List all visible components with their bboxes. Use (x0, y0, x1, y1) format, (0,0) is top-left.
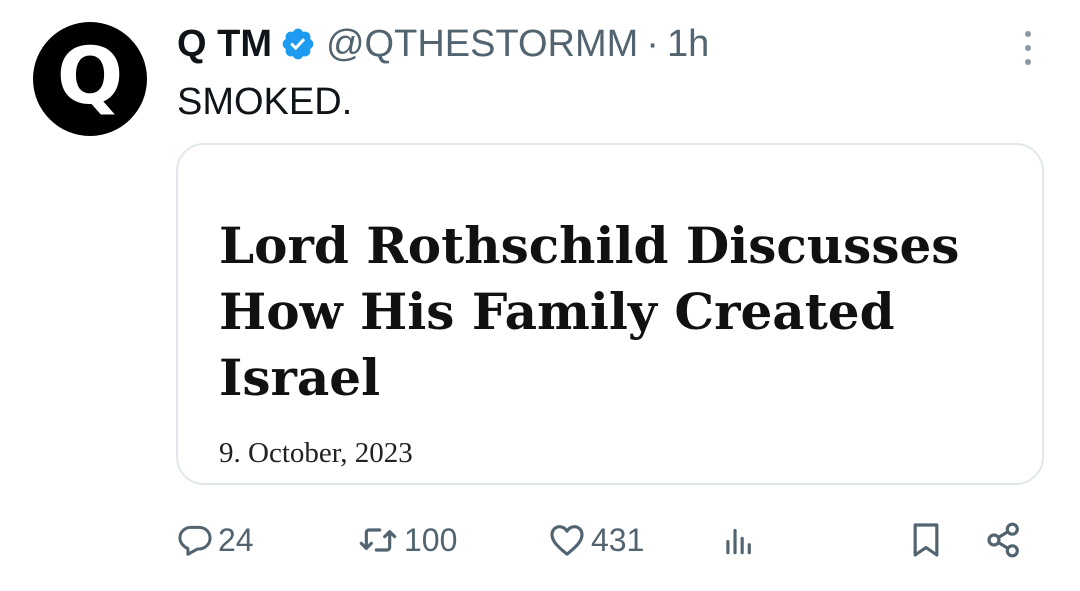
more-icon[interactable] (1020, 28, 1036, 68)
like-button[interactable]: 431 (547, 512, 644, 568)
tweet-text: SMOKED. (177, 81, 353, 123)
reply-icon (176, 521, 214, 559)
tweet-header: Q TM @QTHESTORMM · 1h (177, 20, 709, 68)
separator-dot: · (646, 22, 659, 65)
avatar-letter: Q (56, 32, 124, 122)
like-icon (547, 520, 587, 560)
share-icon (984, 520, 1024, 560)
display-name[interactable]: Q TM (177, 23, 272, 66)
like-count: 431 (591, 521, 645, 558)
card-title: Lord Rothschild Discusses How His Family… (219, 216, 960, 407)
timestamp[interactable]: 1h (667, 23, 709, 66)
handle[interactable]: @QTHESTORMM (326, 23, 638, 66)
verified-badge-icon (280, 26, 316, 62)
views-icon (720, 521, 758, 559)
media-card[interactable]: Lord Rothschild Discusses How His Family… (176, 143, 1044, 485)
reply-button[interactable]: 24 (176, 512, 254, 568)
avatar[interactable]: Q (33, 22, 147, 136)
repost-button[interactable]: 100 (356, 512, 457, 568)
views-button[interactable] (720, 512, 758, 568)
share-button[interactable] (984, 512, 1024, 568)
card-date: 9. October, 2023 (219, 437, 413, 469)
bookmark-icon (906, 520, 946, 560)
repost-icon (356, 520, 400, 560)
bookmark-button[interactable] (906, 512, 946, 568)
action-bar: 24 100 431 (0, 512, 1080, 568)
reply-count: 24 (218, 521, 254, 558)
repost-count: 100 (404, 521, 458, 558)
